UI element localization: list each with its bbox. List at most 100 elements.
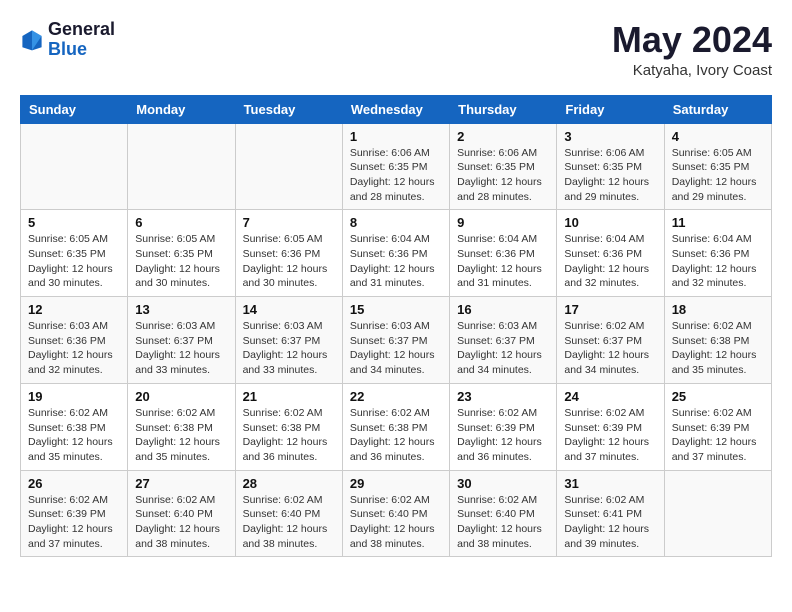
calendar-week-row: 1Sunrise: 6:06 AM Sunset: 6:35 PM Daylig… xyxy=(21,123,772,210)
day-info: Sunrise: 6:02 AM Sunset: 6:38 PM Dayligh… xyxy=(28,406,120,465)
day-number: 30 xyxy=(457,476,549,491)
day-number: 19 xyxy=(28,389,120,404)
day-number: 11 xyxy=(672,215,764,230)
calendar-cell: 16Sunrise: 6:03 AM Sunset: 6:37 PM Dayli… xyxy=(450,297,557,384)
calendar-cell: 2 Sunrise: 6:06 AM Sunset: 6:35 PM Daylig… xyxy=(450,123,557,210)
day-info: Sunrise: 6:02 AM Sunset: 6:38 PM Dayligh… xyxy=(350,406,442,465)
logo: General Blue xyxy=(20,20,115,60)
day-number: 29 xyxy=(350,476,442,491)
day-number: 22 xyxy=(350,389,442,404)
calendar-cell: 30 Sunrise: 6:02 AM Sunset: 6:40 PM Dayli… xyxy=(450,470,557,557)
calendar-cell: 29 Sunrise: 6:02 AM Sunset: 6:40 PM Dayli… xyxy=(342,470,449,557)
calendar-header-row: SundayMondayTuesdayWednesdayThursdayFrid… xyxy=(21,95,772,123)
calendar-cell: 4 Sunrise: 6:05 AM Sunset: 6:35 PM Daylig… xyxy=(664,123,771,210)
calendar-cell: 14 Sunrise: 6:03 AM Sunset: 6:37 PM Dayli… xyxy=(235,297,342,384)
day-info: Sunrise: 6:02 AM Sunset: 6:40 PM Dayligh… xyxy=(350,493,442,552)
day-info: Sunrise: 6:06 AM Sunset: 6:35 PM Dayligh… xyxy=(350,146,442,205)
calendar-week-row: 12 Sunrise: 6:03 AM Sunset: 6:36 PM Dayli… xyxy=(21,297,772,384)
logo-icon xyxy=(20,28,44,52)
calendar-cell: 11 Sunrise: 6:04 AM Sunset: 6:36 PM Dayli… xyxy=(664,210,771,297)
day-number: 5 xyxy=(28,215,120,230)
day-info: Sunrise: 6:02 AM Sunset: 6:40 PM Dayligh… xyxy=(457,493,549,552)
calendar-week-row: 26 Sunrise: 6:02 AM Sunset: 6:39 PM Dayli… xyxy=(21,470,772,557)
day-info: Sunrise: 6:05 AM Sunset: 6:36 PM Dayligh… xyxy=(243,232,335,291)
calendar-cell: 17Sunrise: 6:02 AM Sunset: 6:37 PM Dayli… xyxy=(557,297,664,384)
day-number: 14 xyxy=(243,302,335,317)
day-info: Sunrise: 6:02 AM Sunset: 6:38 PM Dayligh… xyxy=(243,406,335,465)
day-info: Sunrise: 6:04 AM Sunset: 6:36 PM Dayligh… xyxy=(564,232,656,291)
title-block: May 2024 Katyaha, Ivory Coast xyxy=(612,20,772,79)
day-info: Sunrise: 6:02 AM Sunset: 6:39 PM Dayligh… xyxy=(28,493,120,552)
calendar-cell xyxy=(664,470,771,557)
day-info: Sunrise: 6:02 AM Sunset: 6:39 PM Dayligh… xyxy=(457,406,549,465)
day-number: 4 xyxy=(672,129,764,144)
calendar-cell: 3 Sunrise: 6:06 AM Sunset: 6:35 PM Daylig… xyxy=(557,123,664,210)
day-number: 17 xyxy=(564,302,656,317)
calendar-cell: 5 Sunrise: 6:05 AM Sunset: 6:35 PM Daylig… xyxy=(21,210,128,297)
day-number: 6 xyxy=(135,215,227,230)
day-number: 24 xyxy=(564,389,656,404)
day-info: Sunrise: 6:02 AM Sunset: 6:40 PM Dayligh… xyxy=(243,493,335,552)
day-info: Sunrise: 6:04 AM Sunset: 6:36 PM Dayligh… xyxy=(457,232,549,291)
day-info: Sunrise: 6:05 AM Sunset: 6:35 PM Dayligh… xyxy=(135,232,227,291)
day-info: Sunrise: 6:03 AM Sunset: 6:36 PM Dayligh… xyxy=(28,319,120,378)
day-info: Sunrise: 6:04 AM Sunset: 6:36 PM Dayligh… xyxy=(672,232,764,291)
day-number: 31 xyxy=(564,476,656,491)
calendar-cell: 28 Sunrise: 6:02 AM Sunset: 6:40 PM Dayli… xyxy=(235,470,342,557)
day-number: 25 xyxy=(672,389,764,404)
day-number: 27 xyxy=(135,476,227,491)
day-number: 7 xyxy=(243,215,335,230)
location-subtitle: Katyaha, Ivory Coast xyxy=(612,62,772,79)
day-info: Sunrise: 6:02 AM Sunset: 6:38 PM Dayligh… xyxy=(672,319,764,378)
calendar-week-row: 19 Sunrise: 6:02 AM Sunset: 6:38 PM Dayli… xyxy=(21,383,772,470)
calendar-header-saturday: Saturday xyxy=(664,95,771,123)
calendar-header-wednesday: Wednesday xyxy=(342,95,449,123)
day-number: 23 xyxy=(457,389,549,404)
day-number: 16 xyxy=(457,302,549,317)
calendar-cell: 26 Sunrise: 6:02 AM Sunset: 6:39 PM Dayli… xyxy=(21,470,128,557)
day-info: Sunrise: 6:05 AM Sunset: 6:35 PM Dayligh… xyxy=(28,232,120,291)
calendar-cell: 23 Sunrise: 6:02 AM Sunset: 6:39 PM Dayli… xyxy=(450,383,557,470)
day-number: 20 xyxy=(135,389,227,404)
day-info: Sunrise: 6:03 AM Sunset: 6:37 PM Dayligh… xyxy=(350,319,442,378)
logo-general: General xyxy=(48,20,115,40)
calendar-cell: 19 Sunrise: 6:02 AM Sunset: 6:38 PM Dayli… xyxy=(21,383,128,470)
calendar-cell xyxy=(128,123,235,210)
day-number: 18 xyxy=(672,302,764,317)
calendar-cell: 8 Sunrise: 6:04 AM Sunset: 6:36 PM Daylig… xyxy=(342,210,449,297)
calendar-cell: 7 Sunrise: 6:05 AM Sunset: 6:36 PM Daylig… xyxy=(235,210,342,297)
month-year-title: May 2024 xyxy=(612,20,772,60)
logo-blue: Blue xyxy=(48,40,115,60)
day-number: 3 xyxy=(564,129,656,144)
calendar-cell: 24 Sunrise: 6:02 AM Sunset: 6:39 PM Dayli… xyxy=(557,383,664,470)
calendar-cell: 25Sunrise: 6:02 AM Sunset: 6:39 PM Dayli… xyxy=(664,383,771,470)
calendar-cell xyxy=(21,123,128,210)
calendar-cell: 22 Sunrise: 6:02 AM Sunset: 6:38 PM Dayli… xyxy=(342,383,449,470)
day-info: Sunrise: 6:02 AM Sunset: 6:38 PM Dayligh… xyxy=(135,406,227,465)
day-number: 26 xyxy=(28,476,120,491)
day-number: 28 xyxy=(243,476,335,491)
day-number: 2 xyxy=(457,129,549,144)
calendar-cell: 20 Sunrise: 6:02 AM Sunset: 6:38 PM Dayli… xyxy=(128,383,235,470)
day-number: 8 xyxy=(350,215,442,230)
calendar-header-thursday: Thursday xyxy=(450,95,557,123)
day-info: Sunrise: 6:06 AM Sunset: 6:35 PM Dayligh… xyxy=(457,146,549,205)
calendar-cell: 31 Sunrise: 6:02 AM Sunset: 6:41 PM Dayli… xyxy=(557,470,664,557)
day-info: Sunrise: 6:04 AM Sunset: 6:36 PM Dayligh… xyxy=(350,232,442,291)
day-info: Sunrise: 6:02 AM Sunset: 6:40 PM Dayligh… xyxy=(135,493,227,552)
logo-text: General Blue xyxy=(48,20,115,60)
day-info: Sunrise: 6:06 AM Sunset: 6:35 PM Dayligh… xyxy=(564,146,656,205)
calendar-cell: 15Sunrise: 6:03 AM Sunset: 6:37 PM Dayli… xyxy=(342,297,449,384)
calendar-cell: 21Sunrise: 6:02 AM Sunset: 6:38 PM Dayli… xyxy=(235,383,342,470)
calendar-cell: 1Sunrise: 6:06 AM Sunset: 6:35 PM Daylig… xyxy=(342,123,449,210)
day-info: Sunrise: 6:05 AM Sunset: 6:35 PM Dayligh… xyxy=(672,146,764,205)
calendar-header-tuesday: Tuesday xyxy=(235,95,342,123)
day-number: 13 xyxy=(135,302,227,317)
day-number: 12 xyxy=(28,302,120,317)
calendar-cell: 12 Sunrise: 6:03 AM Sunset: 6:36 PM Dayli… xyxy=(21,297,128,384)
calendar-cell: 13Sunrise: 6:03 AM Sunset: 6:37 PM Dayli… xyxy=(128,297,235,384)
day-info: Sunrise: 6:02 AM Sunset: 6:39 PM Dayligh… xyxy=(564,406,656,465)
day-number: 10 xyxy=(564,215,656,230)
day-info: Sunrise: 6:02 AM Sunset: 6:41 PM Dayligh… xyxy=(564,493,656,552)
day-info: Sunrise: 6:03 AM Sunset: 6:37 PM Dayligh… xyxy=(243,319,335,378)
